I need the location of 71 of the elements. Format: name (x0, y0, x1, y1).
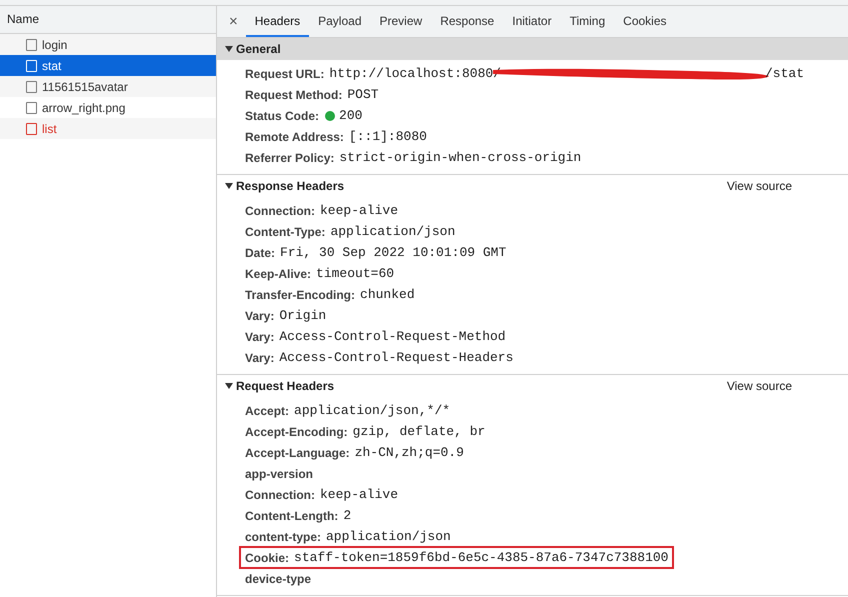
triangle-icon (225, 45, 233, 53)
header-name: Request URL: (245, 66, 324, 80)
triangle-icon (225, 382, 233, 390)
request-row[interactable]: list (0, 118, 216, 139)
name-column-header[interactable]: Name (0, 6, 216, 34)
header-value: strict-origin-when-cross-origin (339, 150, 582, 165)
header-value: http://localhost:8080/ (329, 66, 501, 81)
header-name: Transfer-Encoding: (245, 288, 356, 302)
header-value: [::1]:8080 (348, 129, 427, 144)
tab[interactable]: Response (431, 6, 504, 37)
section-title: Request Headers (236, 379, 334, 393)
header-name: Connection: (245, 204, 315, 218)
tab[interactable]: Preview (370, 6, 432, 37)
header-value: chunked (360, 287, 415, 302)
header-name: Remote Address: (245, 130, 344, 144)
header-value: Fri, 30 Sep 2022 10:01:09 GMT (280, 245, 506, 260)
checkbox-icon (26, 80, 37, 92)
header-value: staff-token=1859f6bd-6e5c-4385-87a6-7347c7388100 (294, 550, 668, 565)
header-name: app-version (245, 466, 314, 480)
tab[interactable]: Cookies (614, 6, 676, 37)
request-row[interactable]: 11561515avatar (0, 76, 216, 97)
checkbox-icon (26, 102, 37, 114)
header-value: Access-Control-Request-Method (279, 329, 506, 344)
header-name: content-type: (245, 530, 321, 544)
header-name: Status Code: (245, 108, 320, 122)
header-name: Keep-Alive: (245, 266, 312, 280)
view-source-link[interactable]: View source (726, 379, 792, 393)
header-value: application/json,*/* (294, 403, 450, 418)
header-value: Access-Control-Request-Headers (279, 350, 514, 365)
header-name: Request Method: (245, 88, 342, 102)
section-title: Response Headers (236, 179, 344, 193)
tab[interactable]: Timing (560, 6, 614, 37)
header-value: gzip, deflate, br (352, 424, 486, 439)
request-row[interactable]: login (0, 34, 216, 55)
header-name: Cookie: (245, 550, 290, 564)
section-header[interactable]: General (217, 38, 848, 60)
header-value: POST (347, 87, 379, 102)
tab[interactable]: Initiator (503, 6, 561, 37)
header-value: application/json (330, 224, 456, 239)
header-value: 2 (343, 508, 352, 523)
close-button[interactable]: × (221, 6, 246, 37)
request-row[interactable]: stat (0, 55, 216, 76)
section-title: General (236, 42, 281, 56)
checkbox-icon (26, 122, 37, 134)
header-value: 200 (339, 108, 362, 123)
view-source-link[interactable]: View source (726, 179, 792, 193)
triangle-icon (225, 182, 233, 190)
header-value: application/json (326, 529, 451, 544)
header-name: device-type (245, 572, 312, 586)
header-value: /stat (764, 66, 804, 81)
section-header[interactable]: Request Headers View source (217, 375, 848, 397)
checkbox-icon (26, 60, 37, 72)
header-name: Accept-Language: (245, 446, 350, 460)
checkbox-icon (26, 38, 37, 50)
header-name: Vary: (245, 308, 274, 322)
header-name: Vary: (245, 350, 274, 364)
header-value: Origin (279, 308, 326, 323)
header-name: Accept-Encoding: (245, 424, 348, 438)
header-name: Content-Type: (245, 224, 326, 238)
header-value: keep-alive (320, 487, 398, 502)
header-value: timeout=60 (316, 266, 394, 281)
header-name: Connection: (245, 488, 315, 502)
header-name: Accept: (245, 404, 290, 418)
header-name: Content-Length: (245, 508, 338, 522)
header-value: keep-alive (320, 203, 398, 218)
header-name: Vary: (245, 330, 274, 344)
tab[interactable]: Payload (309, 6, 370, 37)
header-name: Date: (245, 246, 276, 260)
section-header[interactable]: Response Headers View source (217, 175, 848, 197)
header-value: zh-CN,zh;q=0.9 (354, 445, 464, 460)
header-name: Referrer Policy: (245, 150, 334, 164)
